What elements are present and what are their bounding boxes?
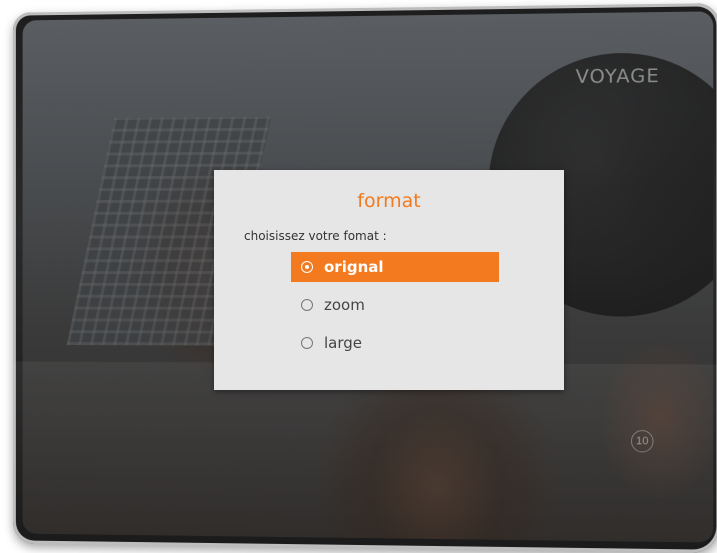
format-dialog: format choisissez votre fomat : orignal … [214,170,564,390]
radio-empty-icon [301,299,313,311]
format-options-list: orignal zoom large [291,252,499,366]
format-option-zoom[interactable]: zoom [291,290,499,320]
format-option-large[interactable]: large [291,328,499,358]
channel-badge: 10 [631,430,654,452]
format-option-label: orignal [324,258,384,276]
dialog-title: format [214,190,564,212]
format-option-label: zoom [324,296,365,314]
format-option-label: large [324,334,362,352]
format-option-original[interactable]: orignal [291,252,499,282]
radio-selected-icon [301,261,313,273]
brand-logo: VOYAGE [576,65,660,88]
radio-empty-icon [301,337,313,349]
dialog-prompt: choisissez votre fomat : [244,229,387,243]
